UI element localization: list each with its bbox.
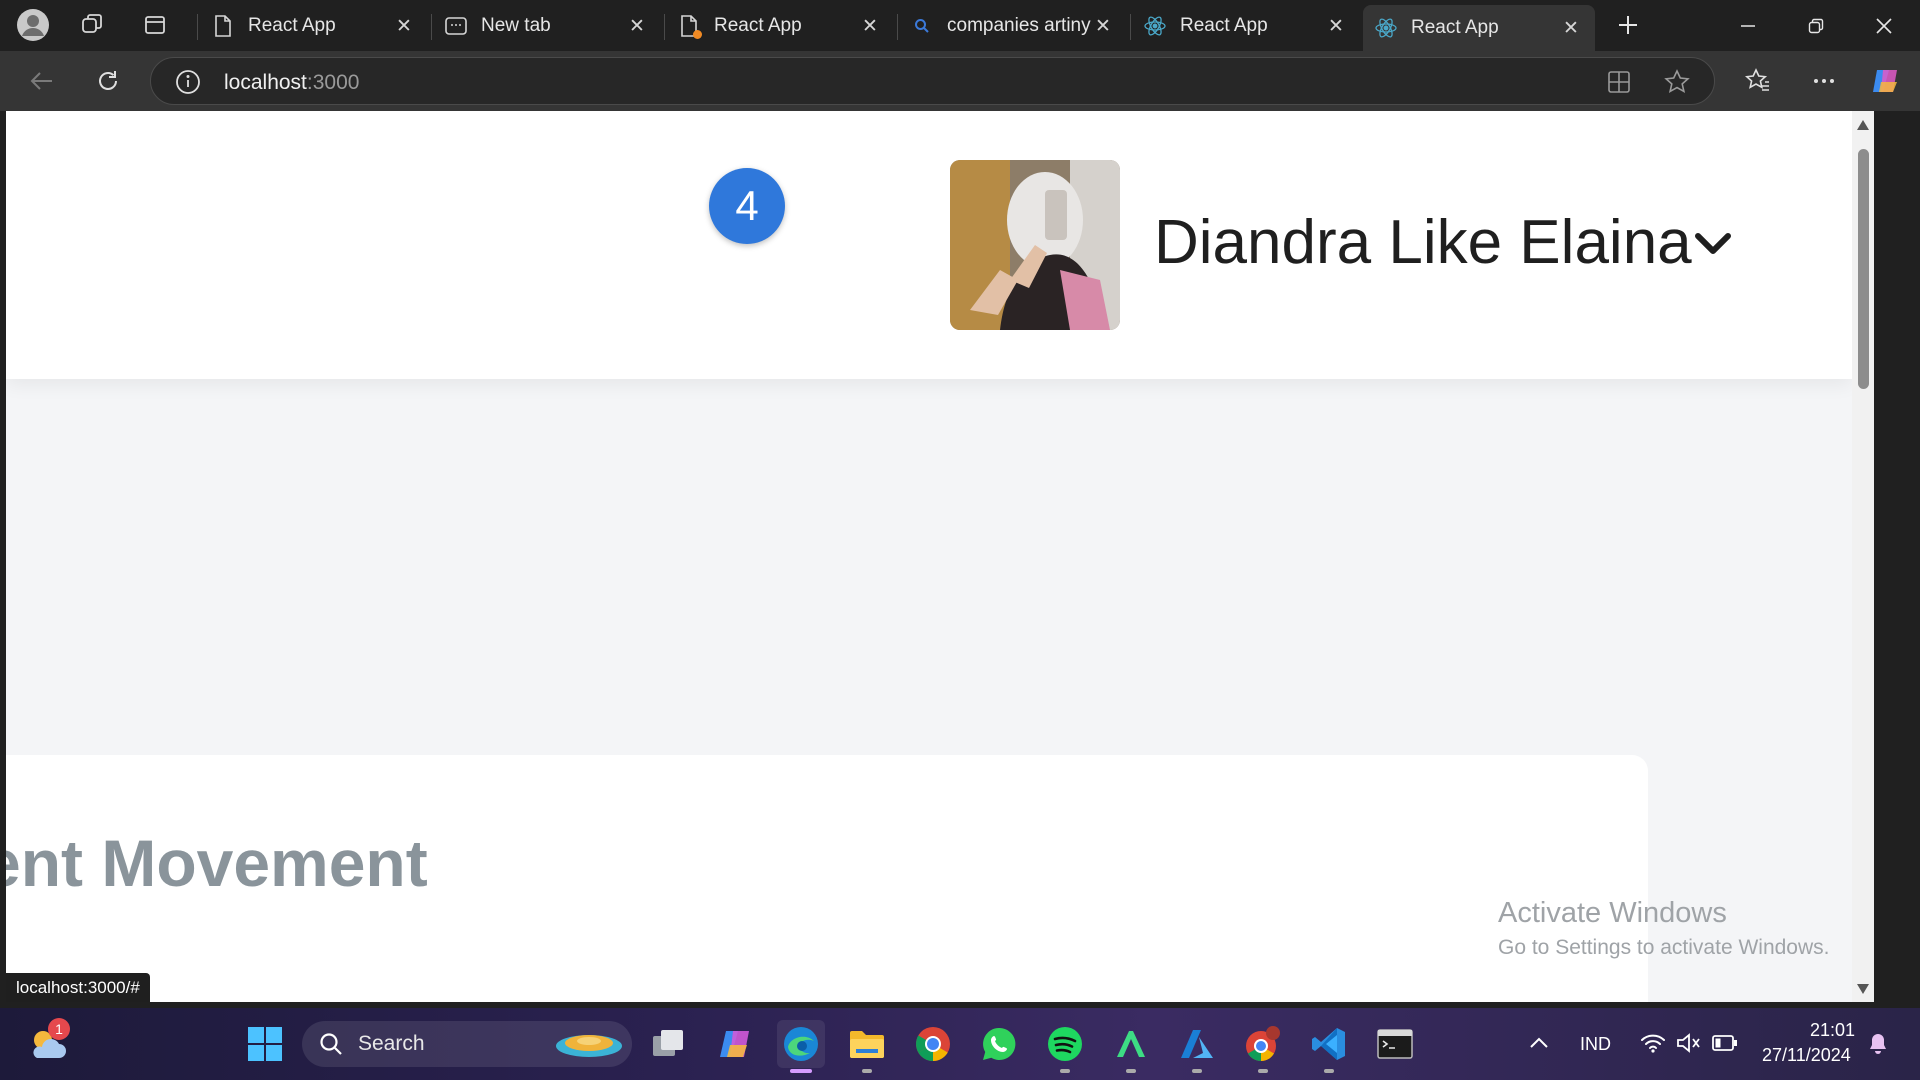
tab-new-tab[interactable]: New tab ✕	[433, 5, 661, 47]
chrome-profile-icon[interactable]	[1239, 1020, 1287, 1073]
tab-search-companies[interactable]: companies artinya ✕	[899, 5, 1127, 47]
page-icon	[212, 15, 234, 37]
copilot-icon[interactable]	[1866, 61, 1906, 101]
chevron-down-icon[interactable]	[1692, 223, 1734, 265]
scroll-up-icon[interactable]	[1856, 119, 1870, 131]
vscode-icon[interactable]	[1305, 1020, 1353, 1073]
scroll-thumb[interactable]	[1858, 149, 1869, 389]
start-icon[interactable]	[241, 1020, 289, 1068]
avatar[interactable]	[950, 160, 1120, 330]
wifi-icon[interactable]	[1640, 1032, 1666, 1054]
address-bar[interactable]: localhost:3000	[150, 57, 1715, 105]
tab-title: New tab	[481, 15, 551, 36]
close-window-button[interactable]	[1850, 0, 1918, 51]
close-icon[interactable]: ✕	[1091, 14, 1115, 38]
favorites-icon[interactable]	[1738, 61, 1778, 101]
task-view-icon[interactable]	[645, 1020, 693, 1068]
android-studio-icon[interactable]	[1107, 1020, 1155, 1073]
tab-title: React App	[714, 15, 802, 36]
search-icon	[320, 1033, 342, 1055]
search-highlight-icon	[556, 1035, 622, 1057]
page-icon	[678, 15, 702, 39]
restore-button[interactable]	[1782, 0, 1850, 51]
url-port: :3000	[306, 71, 360, 94]
more-options-icon[interactable]	[1804, 61, 1844, 101]
scroll-down-icon[interactable]	[1856, 983, 1870, 995]
language-indicator[interactable]: IND	[1580, 1034, 1611, 1055]
activate-windows-subtitle: Go to Settings to activate Windows.	[1498, 936, 1830, 959]
tab-strip: React App ✕ New tab ✕ React App ✕ compan…	[0, 0, 1920, 51]
favorite-star-icon[interactable]	[1664, 69, 1690, 95]
notification-badge[interactable]: 4	[709, 168, 785, 244]
edge-icon[interactable]	[777, 1020, 825, 1073]
card-title: ent Movement	[6, 826, 428, 900]
volume-muted-icon[interactable]	[1676, 1032, 1702, 1054]
taskbar-search[interactable]: Search	[302, 1021, 632, 1067]
new-tab-button[interactable]	[1608, 6, 1648, 44]
address-url[interactable]: localhost:3000	[224, 71, 359, 95]
tab-title: companies artinya	[947, 15, 1091, 36]
search-label: Search	[358, 1032, 425, 1055]
newtab-icon	[445, 15, 467, 37]
reload-button[interactable]	[88, 61, 128, 101]
clock-time[interactable]: 21:01	[1810, 1020, 1855, 1041]
activate-windows-title: Activate Windows	[1498, 897, 1727, 929]
tab-react-app-1[interactable]: React App ✕	[200, 5, 428, 47]
clock-date[interactable]: 27/11/2024	[1762, 1045, 1851, 1066]
tab-title: React App	[1180, 15, 1268, 36]
tab-react-app-3[interactable]: React App ✕	[1132, 5, 1360, 47]
notification-bell-icon[interactable]	[1866, 1032, 1890, 1056]
browser-toolbar: localhost:3000	[0, 51, 1920, 111]
tab-actions-icon[interactable]	[135, 6, 175, 44]
close-icon[interactable]: ✕	[1559, 16, 1583, 40]
close-icon[interactable]: ✕	[392, 14, 416, 38]
whatsapp-icon[interactable]	[975, 1020, 1023, 1068]
react-icon	[1375, 17, 1397, 39]
tab-react-app-2[interactable]: React App ✕	[666, 5, 894, 47]
back-button[interactable]	[22, 61, 62, 101]
terminal-icon[interactable]	[1371, 1020, 1419, 1068]
close-icon[interactable]: ✕	[1324, 14, 1348, 38]
tab-title: React App	[248, 15, 336, 36]
react-icon	[1144, 15, 1166, 37]
content-card: ent Movement	[6, 755, 1648, 1002]
page-scrollbar[interactable]	[1852, 111, 1874, 1002]
workspaces-icon[interactable]	[73, 6, 113, 44]
file-explorer-icon[interactable]	[843, 1020, 891, 1073]
status-bar-url: localhost:3000/#	[6, 973, 150, 1002]
azure-icon[interactable]	[1173, 1020, 1221, 1073]
app-available-icon[interactable]	[1606, 69, 1632, 95]
app-header: 4 Diandra Like Elaina	[6, 111, 1852, 379]
tab-title: React App	[1411, 17, 1499, 38]
windows-taskbar: Search IND 21:01 27/11/2024	[0, 1008, 1920, 1080]
spotify-icon[interactable]	[1041, 1020, 1089, 1073]
minimize-button[interactable]	[1714, 0, 1782, 51]
site-info-icon[interactable]	[175, 69, 201, 95]
copilot-app-icon[interactable]	[711, 1020, 759, 1068]
page-viewport: 4 Diandra Like Elaina ent Movement Activ…	[6, 111, 1852, 1002]
close-icon[interactable]: ✕	[858, 14, 882, 38]
search-icon	[911, 15, 933, 37]
chrome-icon[interactable]	[909, 1020, 957, 1068]
chevron-up-icon[interactable]	[1528, 1034, 1550, 1052]
battery-icon[interactable]	[1712, 1034, 1738, 1052]
profile-avatar-icon[interactable]	[13, 6, 53, 44]
weather-notification-badge: 1	[48, 1018, 70, 1040]
close-icon[interactable]: ✕	[625, 14, 649, 38]
user-name[interactable]: Diandra Like Elaina	[1154, 207, 1692, 278]
tab-react-app-active[interactable]: React App ✕	[1363, 5, 1595, 51]
url-host: localhost	[224, 71, 307, 94]
